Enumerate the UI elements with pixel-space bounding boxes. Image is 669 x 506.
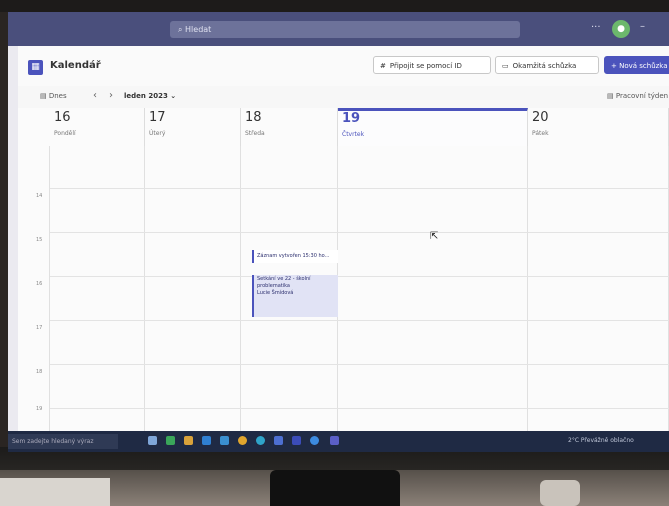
meet-now-label: Okamžitá schůzka — [512, 62, 577, 70]
word-icon[interactable] — [220, 436, 229, 445]
desk-paper — [0, 478, 110, 506]
day-header[interactable]: 17 Úterý — [145, 108, 241, 146]
calendar-nav: ▤ Dnes ‹ › leden 2023 ⌄ ▤ Pracovní týden — [18, 86, 669, 108]
monitor-bezel-top — [0, 0, 669, 12]
day-number: 16 — [54, 110, 71, 125]
mouse-cursor-icon: ⇱ — [430, 231, 439, 242]
hour-line — [50, 364, 669, 365]
day-name: Úterý — [149, 130, 166, 137]
task-view-icon[interactable] — [148, 436, 157, 445]
taskbar: Sem zadejte hledaný výraz 2°C Převážně o… — [8, 431, 669, 452]
event-title: Záznam vytvořen 15:30 ho... — [257, 253, 330, 259]
calendar-app-icon: ▦ — [28, 60, 43, 75]
calendar-event[interactable]: Záznam vytvořen 15:30 ho... — [252, 250, 338, 263]
day-header[interactable]: 20 Pátek — [528, 108, 669, 146]
today-label: Dnes — [48, 92, 67, 100]
more-options-icon[interactable]: ··· — [591, 22, 601, 33]
hour-label: 16 — [36, 281, 43, 287]
day-number: 19 — [342, 111, 361, 126]
hour-line — [50, 276, 669, 277]
meet-now-button[interactable]: ▭ Okamžitá schůzka — [495, 56, 599, 74]
chrome-icon[interactable] — [238, 436, 247, 445]
new-meeting-button[interactable]: + Nová schůzka — [604, 56, 669, 74]
day-number: 18 — [245, 110, 262, 125]
monitor-stand — [270, 470, 400, 506]
title-bar: ⌕ Hledat ··· ● – — [8, 12, 669, 46]
join-with-id-label: Připojit se pomocí ID — [389, 62, 462, 70]
view-selector[interactable]: ▤ Pracovní týden — [607, 92, 668, 100]
day-number: 17 — [149, 110, 166, 125]
day-name: Středa — [245, 130, 265, 137]
hour-label: 17 — [36, 325, 43, 331]
teams-icon[interactable] — [330, 436, 339, 445]
search-input[interactable]: ⌕ Hledat — [170, 21, 520, 38]
event-title: Setkání ve 22 - školní — [257, 276, 311, 282]
month-label: leden 2023 — [124, 92, 168, 100]
hour-line — [50, 232, 669, 233]
hour-line — [50, 188, 669, 189]
time-gutter — [18, 146, 50, 431]
event-organizer: Lucie Šmídová — [257, 290, 294, 296]
chevron-left-icon[interactable]: ‹ — [93, 90, 97, 101]
hour-label: 14 — [36, 193, 43, 199]
hour-line — [50, 408, 669, 409]
search-placeholder: Hledat — [185, 25, 212, 34]
hour-label: 18 — [36, 369, 43, 375]
today-button[interactable]: ▤ Dnes — [40, 92, 67, 100]
hour-label: 19 — [36, 406, 43, 412]
calendar-header: ▦ Kalendář # Připojit se pomocí ID ▭ Okamž… — [18, 46, 669, 86]
day-header[interactable]: 18 Středa — [241, 108, 338, 146]
weather-tray[interactable]: 2°C Převážně oblačno — [568, 437, 634, 444]
file-explorer-icon[interactable] — [184, 436, 193, 445]
hour-line — [50, 320, 669, 321]
edge-icon[interactable] — [310, 436, 319, 445]
browser-icon[interactable] — [256, 436, 265, 445]
hour-label: 15 — [36, 237, 43, 243]
minimize-icon[interactable]: – — [640, 21, 645, 32]
day-header-today[interactable]: 19 Čtvrtek — [338, 108, 528, 146]
view-label: Pracovní týden — [615, 92, 669, 100]
calendar-event[interactable]: Setkání ve 22 - školní problematika Luci… — [252, 275, 338, 317]
day-number: 20 — [532, 110, 549, 125]
day-name: Čtvrtek — [342, 131, 365, 138]
day-header[interactable]: 16 Pondělí — [50, 108, 145, 146]
day-name: Pátek — [532, 130, 549, 137]
desk-object — [540, 480, 580, 506]
join-with-id-button[interactable]: # Připojit se pomocí ID — [373, 56, 491, 74]
search-icon: ⌕ — [178, 25, 183, 34]
store-icon[interactable] — [274, 436, 283, 445]
hash-icon: # — [380, 62, 386, 70]
outlook-icon[interactable] — [292, 436, 301, 445]
video-icon: ▭ — [502, 62, 509, 70]
excel-icon[interactable] — [166, 436, 175, 445]
calendar-grid: 16 Pondělí 17 Úterý 18 Středa 19 Čtvrtek… — [18, 108, 669, 431]
month-picker[interactable]: leden 2023 ⌄ — [124, 92, 176, 100]
chevron-right-icon[interactable]: › — [109, 90, 113, 101]
avatar[interactable]: ● — [612, 20, 630, 38]
page-title: Kalendář — [50, 60, 101, 71]
event-title-line2: problematika — [257, 283, 290, 289]
mail-icon[interactable] — [202, 436, 211, 445]
screen: ⌕ Hledat ··· ● – ▦ Kalendář # Připojit se… — [8, 12, 669, 452]
taskbar-search[interactable]: Sem zadejte hledaný výraz — [8, 434, 118, 449]
day-name: Pondělí — [54, 130, 76, 137]
